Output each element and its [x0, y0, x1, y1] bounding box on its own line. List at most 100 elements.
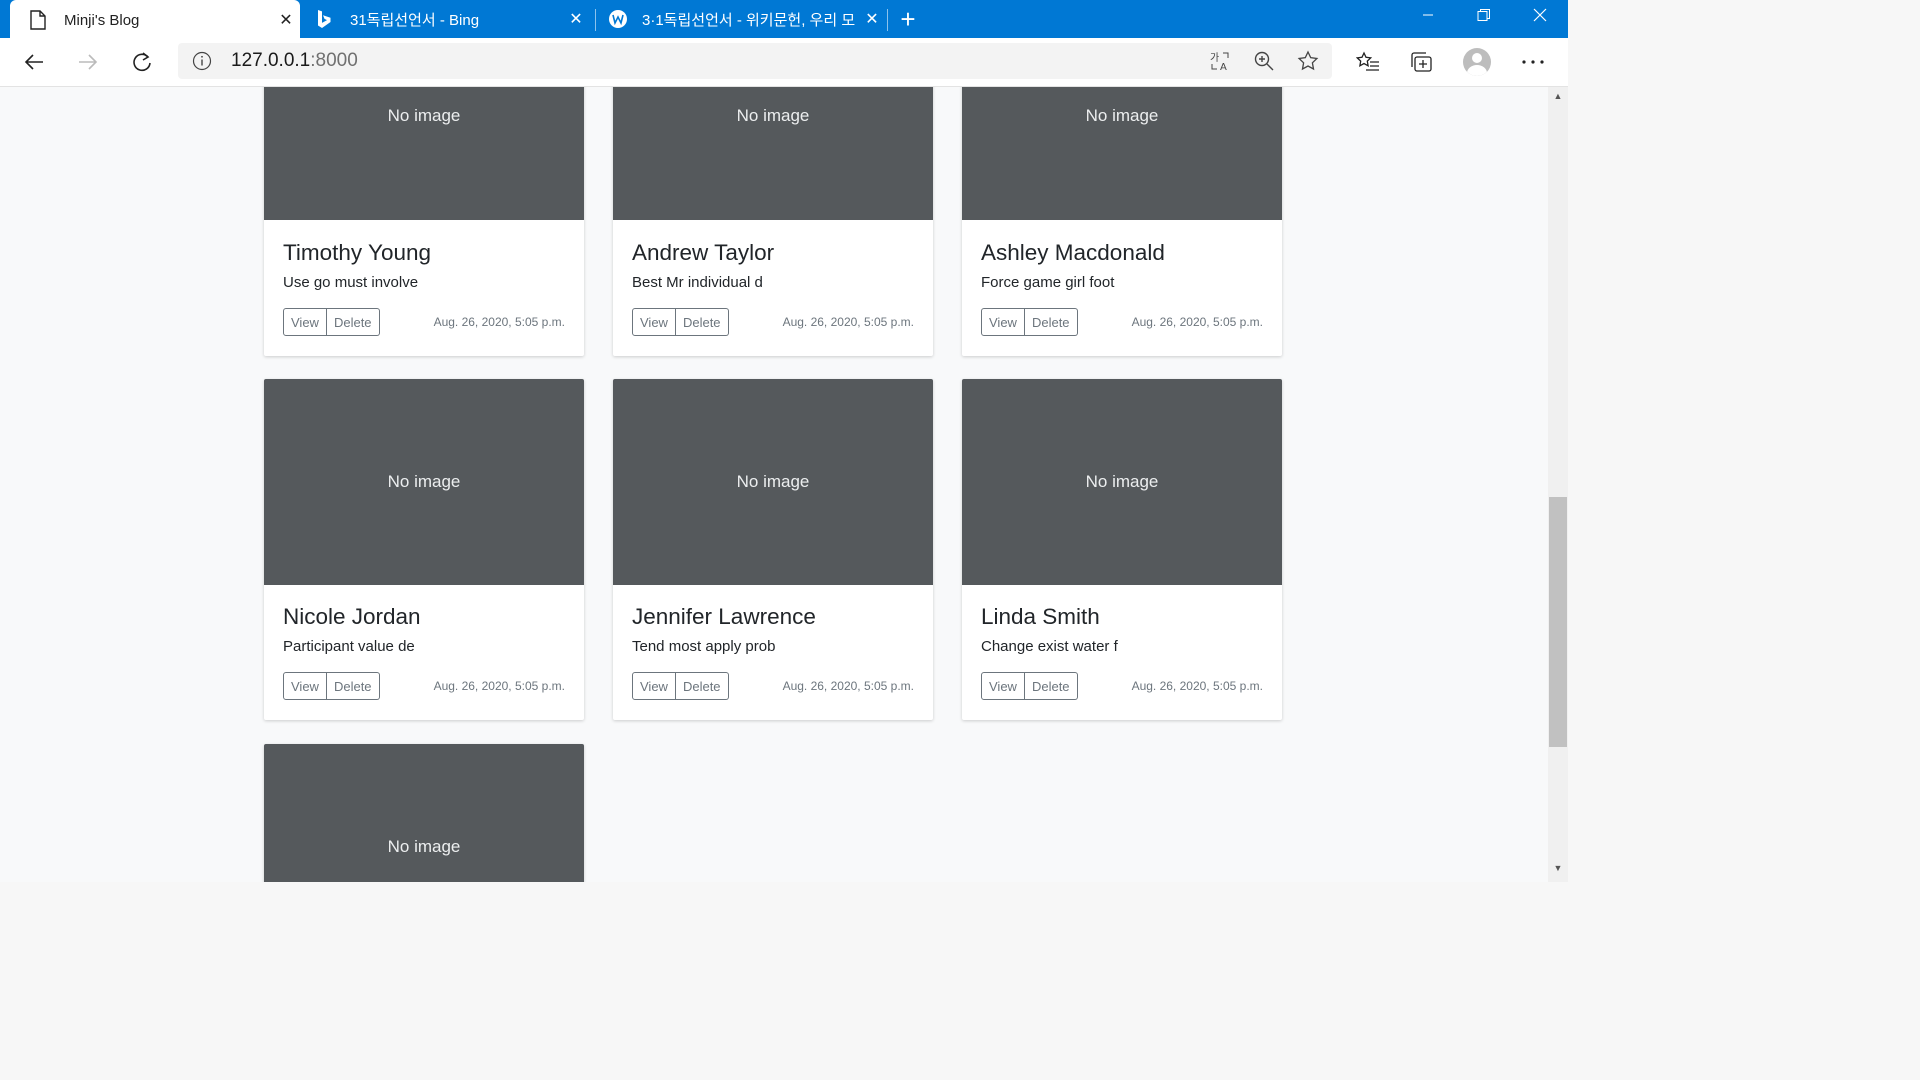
- url-text: 127.0.0.1:8000: [231, 50, 358, 72]
- post-excerpt: Tend most apply prob: [632, 638, 776, 655]
- tab-wikisource[interactable]: 3·1독립선언서 - 위키문헌, 우리 모 ✕: [596, 0, 886, 38]
- post-actions: View Delete: [283, 308, 380, 336]
- post-title: Nicole Jordan: [283, 604, 421, 629]
- vertical-scrollbar[interactable]: ▲ ▼: [1548, 87, 1568, 882]
- view-button[interactable]: View: [981, 308, 1025, 336]
- restore-button[interactable]: [1456, 0, 1512, 30]
- refresh-button[interactable]: [124, 44, 160, 80]
- wikisource-icon: [608, 9, 632, 29]
- tab-label: Minji's Blog: [64, 11, 140, 29]
- post-excerpt: Best Mr individual d: [632, 274, 763, 291]
- view-button[interactable]: View: [981, 672, 1025, 700]
- post-thumbnail: No image: [264, 744, 584, 882]
- delete-button[interactable]: Delete: [675, 672, 729, 700]
- post-date: Aug. 26, 2020, 5:05 p.m.: [782, 315, 914, 329]
- zoom-icon[interactable]: [1252, 49, 1276, 73]
- post-card: No image: [264, 744, 584, 882]
- tab-separator: [887, 9, 888, 31]
- post-title: Ashley Macdonald: [981, 240, 1165, 265]
- post-card: No image Ashley Macdonald Force game gir…: [962, 87, 1282, 356]
- post-excerpt: Force game girl foot: [981, 274, 1115, 291]
- post-title: Timothy Young: [283, 240, 432, 265]
- post-title: Linda Smith: [981, 604, 1100, 629]
- page-icon: [30, 10, 54, 30]
- view-button[interactable]: View: [632, 308, 676, 336]
- forward-button[interactable]: [70, 44, 106, 80]
- profile-avatar[interactable]: [1463, 48, 1491, 76]
- delete-button[interactable]: Delete: [1024, 672, 1078, 700]
- tab-close-icon[interactable]: ✕: [272, 10, 300, 30]
- view-button[interactable]: View: [283, 308, 327, 336]
- post-title: Andrew Taylor: [632, 240, 775, 265]
- post-thumbnail: No image: [613, 379, 933, 585]
- forward-arrow-icon: [79, 54, 98, 70]
- delete-button[interactable]: Delete: [326, 672, 380, 700]
- post-card: No image Jennifer Lawrence Tend most app…: [613, 379, 933, 720]
- scroll-down-icon[interactable]: ▼: [1552, 863, 1564, 875]
- minimize-icon: [1423, 14, 1433, 16]
- post-actions: View Delete: [632, 672, 729, 700]
- scroll-up-icon[interactable]: ▲: [1552, 91, 1564, 103]
- tab-strip: Minji's Blog ✕ 31독립선언서 - Bing ✕ 3·1독립선언서…: [0, 0, 1568, 40]
- page-viewport: No image Timothy Young Use go must invol…: [0, 87, 1548, 882]
- browser-toolbar: 127.0.0.1:8000 가A: [0, 38, 1568, 87]
- view-button[interactable]: View: [632, 672, 676, 700]
- favorite-star-icon[interactable]: [1296, 49, 1320, 73]
- url-port: :8000: [310, 50, 358, 71]
- settings-more-button[interactable]: [1519, 48, 1547, 76]
- post-thumbnail: No image: [264, 379, 584, 585]
- post-actions: View Delete: [283, 672, 380, 700]
- post-actions: View Delete: [981, 308, 1078, 336]
- delete-button[interactable]: Delete: [326, 308, 380, 336]
- post-thumbnail: No image: [962, 87, 1282, 220]
- post-excerpt: Participant value de: [283, 638, 415, 655]
- post-date: Aug. 26, 2020, 5:05 p.m.: [433, 315, 565, 329]
- collections-icon: [1411, 52, 1432, 72]
- post-date: Aug. 26, 2020, 5:05 p.m.: [433, 679, 565, 693]
- post-card: No image Andrew Taylor Best Mr individua…: [613, 87, 933, 356]
- post-date: Aug. 26, 2020, 5:05 p.m.: [782, 679, 914, 693]
- view-button[interactable]: View: [283, 672, 327, 700]
- bing-icon: [316, 9, 340, 29]
- svg-text:가: 가: [1210, 52, 1219, 64]
- post-date: Aug. 26, 2020, 5:05 p.m.: [1131, 679, 1263, 693]
- tab-bing[interactable]: 31독립선언서 - Bing ✕: [300, 0, 590, 38]
- post-excerpt: Change exist water f: [981, 638, 1118, 655]
- address-bar[interactable]: 127.0.0.1:8000 가A: [178, 43, 1332, 79]
- scrollbar-thumb[interactable]: [1549, 497, 1567, 747]
- more-dots-icon: [1522, 60, 1544, 64]
- back-button[interactable]: [16, 44, 52, 80]
- post-card: No image Nicole Jordan Participant value…: [264, 379, 584, 720]
- window-close-button[interactable]: [1512, 0, 1568, 30]
- post-date: Aug. 26, 2020, 5:05 p.m.: [1131, 315, 1263, 329]
- refresh-icon: [133, 52, 151, 72]
- post-thumbnail: No image: [962, 379, 1282, 585]
- tab-label: 3·1독립선언서 - 위키문헌, 우리 모: [642, 11, 856, 29]
- delete-button[interactable]: Delete: [1024, 308, 1078, 336]
- post-actions: View Delete: [632, 308, 729, 336]
- favorites-list-icon: [1356, 51, 1379, 71]
- tab-label: 31독립선언서 - Bing: [350, 11, 480, 29]
- minimize-button[interactable]: [1400, 0, 1456, 30]
- new-tab-button[interactable]: +: [896, 4, 920, 34]
- delete-button[interactable]: Delete: [675, 308, 729, 336]
- url-host: 127.0.0.1: [231, 50, 311, 71]
- tab-close-icon[interactable]: ✕: [858, 9, 886, 29]
- post-title: Jennifer Lawrence: [632, 604, 816, 629]
- svg-text:A: A: [1220, 62, 1227, 72]
- tab-minjis-blog[interactable]: Minji's Blog ✕: [10, 0, 300, 40]
- collections-button[interactable]: [1408, 48, 1436, 76]
- post-thumbnail: No image: [264, 87, 584, 220]
- tab-close-icon[interactable]: ✕: [562, 9, 590, 29]
- post-card: No image Linda Smith Change exist water …: [962, 379, 1282, 720]
- favorites-button[interactable]: [1354, 48, 1382, 76]
- post-card: No image Timothy Young Use go must invol…: [264, 87, 584, 356]
- info-icon[interactable]: [192, 51, 212, 71]
- post-actions: View Delete: [981, 672, 1078, 700]
- post-thumbnail: No image: [613, 87, 933, 220]
- back-arrow-icon: [24, 54, 43, 70]
- translate-icon[interactable]: 가A: [1208, 49, 1232, 73]
- close-icon: [1533, 8, 1547, 22]
- restore-icon: [1477, 9, 1490, 21]
- post-excerpt: Use go must involve: [283, 274, 419, 291]
